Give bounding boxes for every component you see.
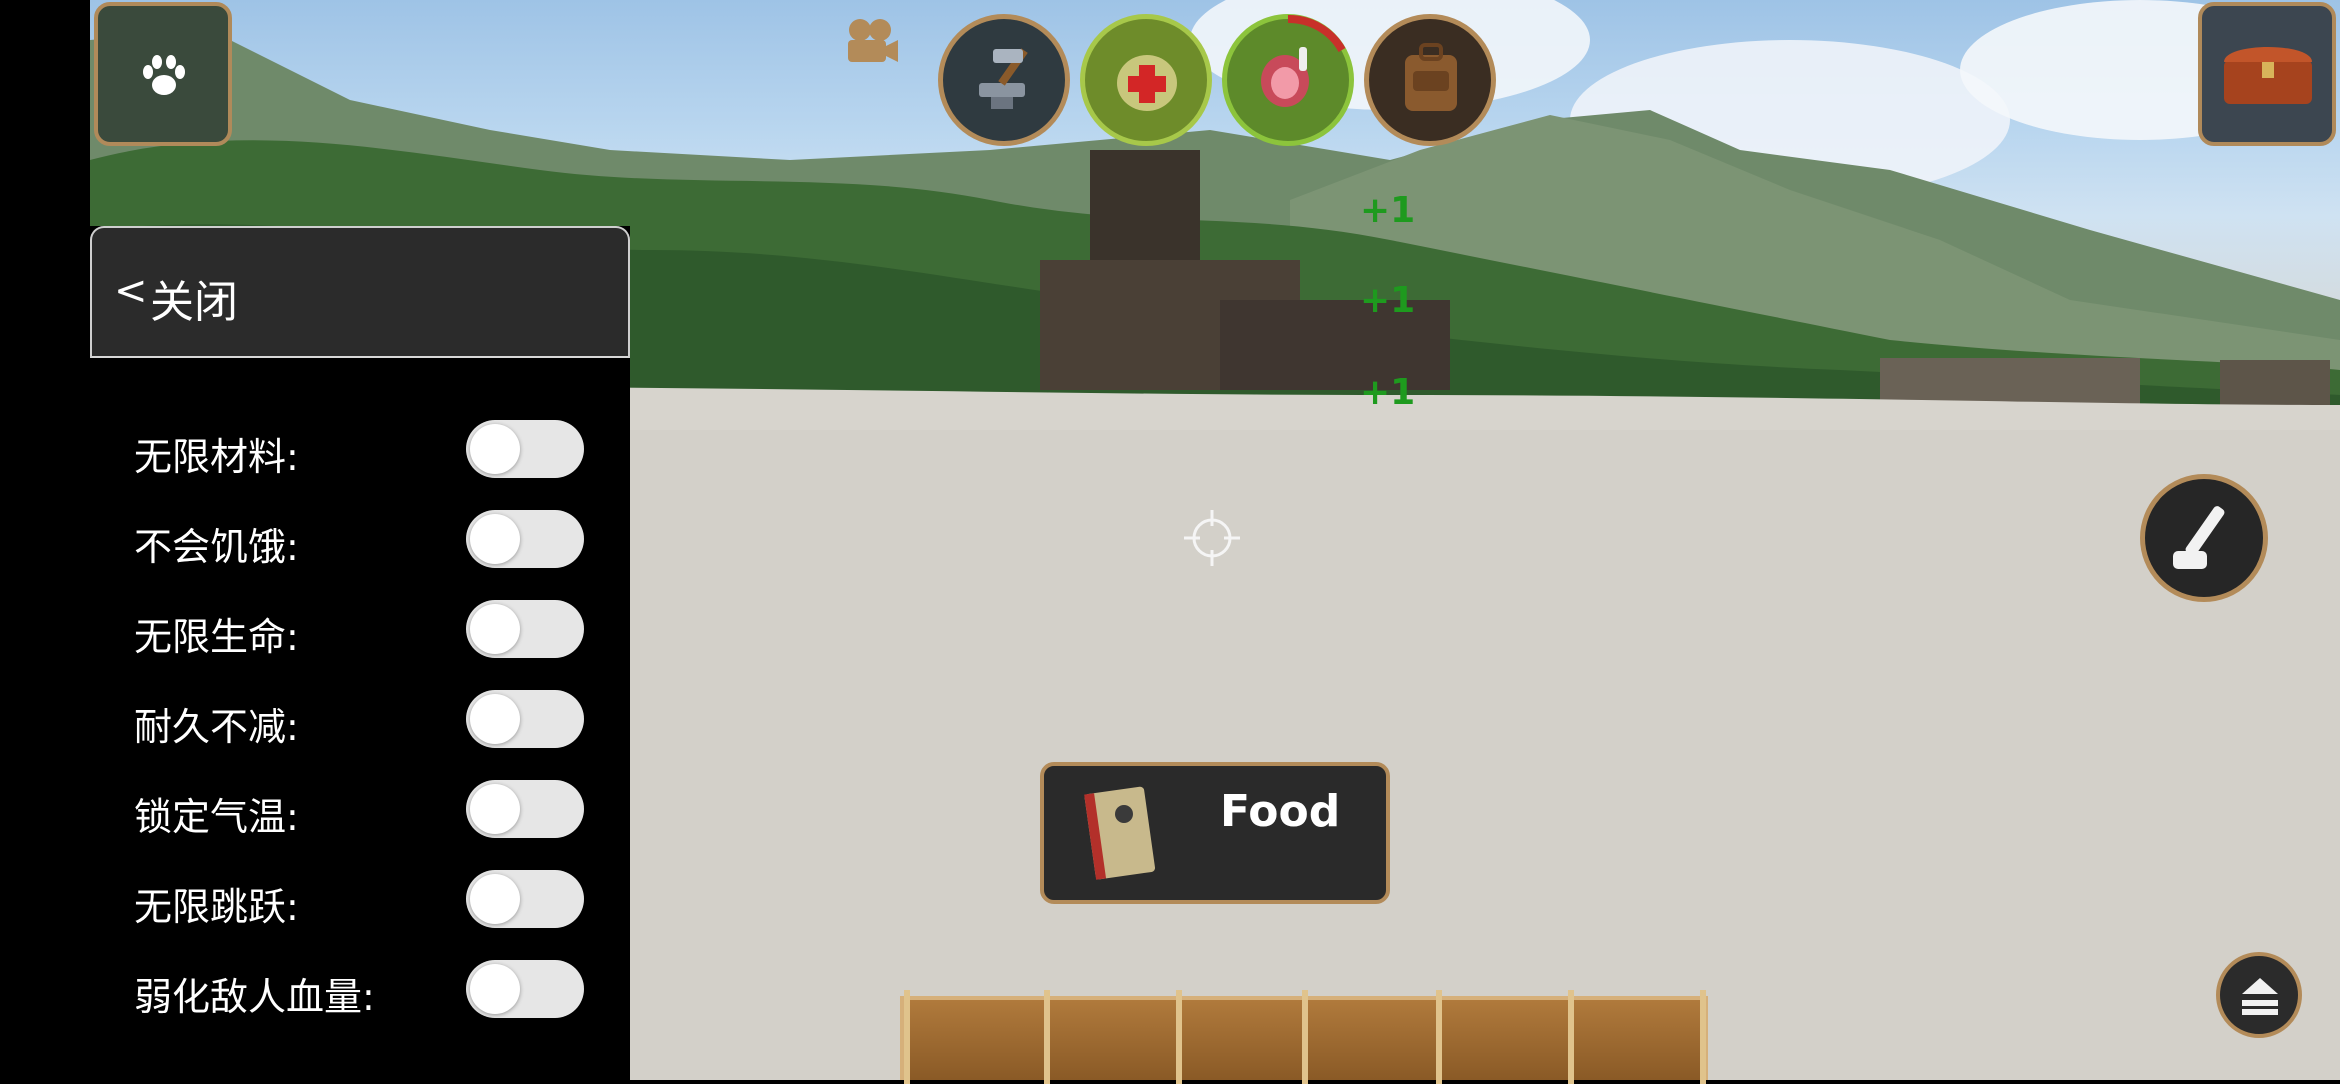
close-label: 关闭	[150, 277, 238, 328]
crafting-button[interactable]	[938, 14, 1070, 146]
toggle-knob	[470, 964, 520, 1014]
hotbar-divider	[1176, 990, 1182, 1084]
crosshair-icon	[1184, 510, 1240, 566]
hunger-button[interactable]	[1222, 14, 1354, 146]
menu-button[interactable]	[2216, 952, 2302, 1038]
toggle-knob	[470, 694, 520, 744]
option-label: 无限生命:	[134, 615, 299, 659]
option-label: 锁定气温:	[134, 795, 299, 839]
option-label: 无限跳跃:	[134, 885, 299, 929]
toggle-knob	[470, 784, 520, 834]
medkit-bag-icon	[1117, 55, 1177, 111]
option-toggle[interactable]	[466, 510, 584, 568]
option-row: 无限材料:	[90, 420, 630, 480]
anvil-hammer-icon	[979, 48, 1028, 109]
option-row: 耐久不减:	[90, 690, 630, 750]
paw-icon	[143, 55, 185, 95]
option-toggle[interactable]	[466, 960, 584, 1018]
hunger-ring	[1287, 14, 1346, 53]
option-toggle[interactable]	[466, 600, 584, 658]
option-toggle[interactable]	[466, 420, 584, 478]
toggle-knob	[470, 424, 520, 474]
pet-button[interactable]	[94, 2, 232, 146]
hotbar-divider	[1302, 990, 1308, 1084]
toggle-knob	[470, 514, 520, 564]
cheat-panel: < 关闭 无限材料: 不会饥饿: 无限生命: 耐久不减: 锁定气温: 无限跳跃:…	[90, 226, 630, 1080]
pickup-notice: +1	[1360, 280, 1416, 321]
option-toggle[interactable]	[466, 690, 584, 748]
pickup-notice: +1	[1360, 190, 1416, 231]
chest-icon	[2224, 47, 2312, 104]
close-button[interactable]: < 关闭	[90, 226, 630, 358]
option-row: 无限生命:	[90, 600, 630, 660]
hammer-icon	[2173, 506, 2225, 569]
option-label: 无限材料:	[134, 435, 299, 479]
hotbar[interactable]	[900, 990, 1708, 1084]
option-row: 锁定气温:	[90, 780, 630, 840]
attack-button[interactable]	[2140, 474, 2268, 602]
toggle-knob	[470, 604, 520, 654]
hotbar-divider	[1568, 990, 1574, 1084]
option-toggle[interactable]	[466, 780, 584, 838]
toggle-knob	[470, 874, 520, 924]
movie-camera-icon[interactable]	[840, 16, 900, 76]
item-tooltip[interactable]: Food	[1040, 762, 1390, 904]
backpack-icon	[1405, 43, 1457, 111]
storage-chest-button[interactable]	[2198, 2, 2336, 146]
inventory-button[interactable]	[1364, 14, 1496, 146]
journal-book-icon	[1084, 786, 1156, 880]
option-label: 耐久不减:	[134, 705, 299, 749]
hotbar-divider	[904, 990, 910, 1084]
option-label: 不会饥饿:	[134, 525, 299, 569]
hotbar-divider	[1044, 990, 1050, 1084]
hotbar-divider	[1436, 990, 1442, 1084]
option-label: 弱化敌人血量:	[134, 975, 375, 1019]
option-row: 弱化敌人血量:	[90, 960, 630, 1020]
option-row: 不会饥饿:	[90, 510, 630, 570]
option-toggle[interactable]	[466, 870, 584, 928]
hotbar-divider	[1700, 990, 1706, 1084]
eject-icon	[2242, 978, 2278, 1015]
health-button[interactable]	[1080, 14, 1212, 146]
tooltip-label: Food	[1220, 786, 1341, 837]
option-row: 无限跳跃:	[90, 870, 630, 930]
pickup-notice: +1	[1360, 372, 1416, 413]
chevron-left-icon: <	[114, 268, 148, 314]
